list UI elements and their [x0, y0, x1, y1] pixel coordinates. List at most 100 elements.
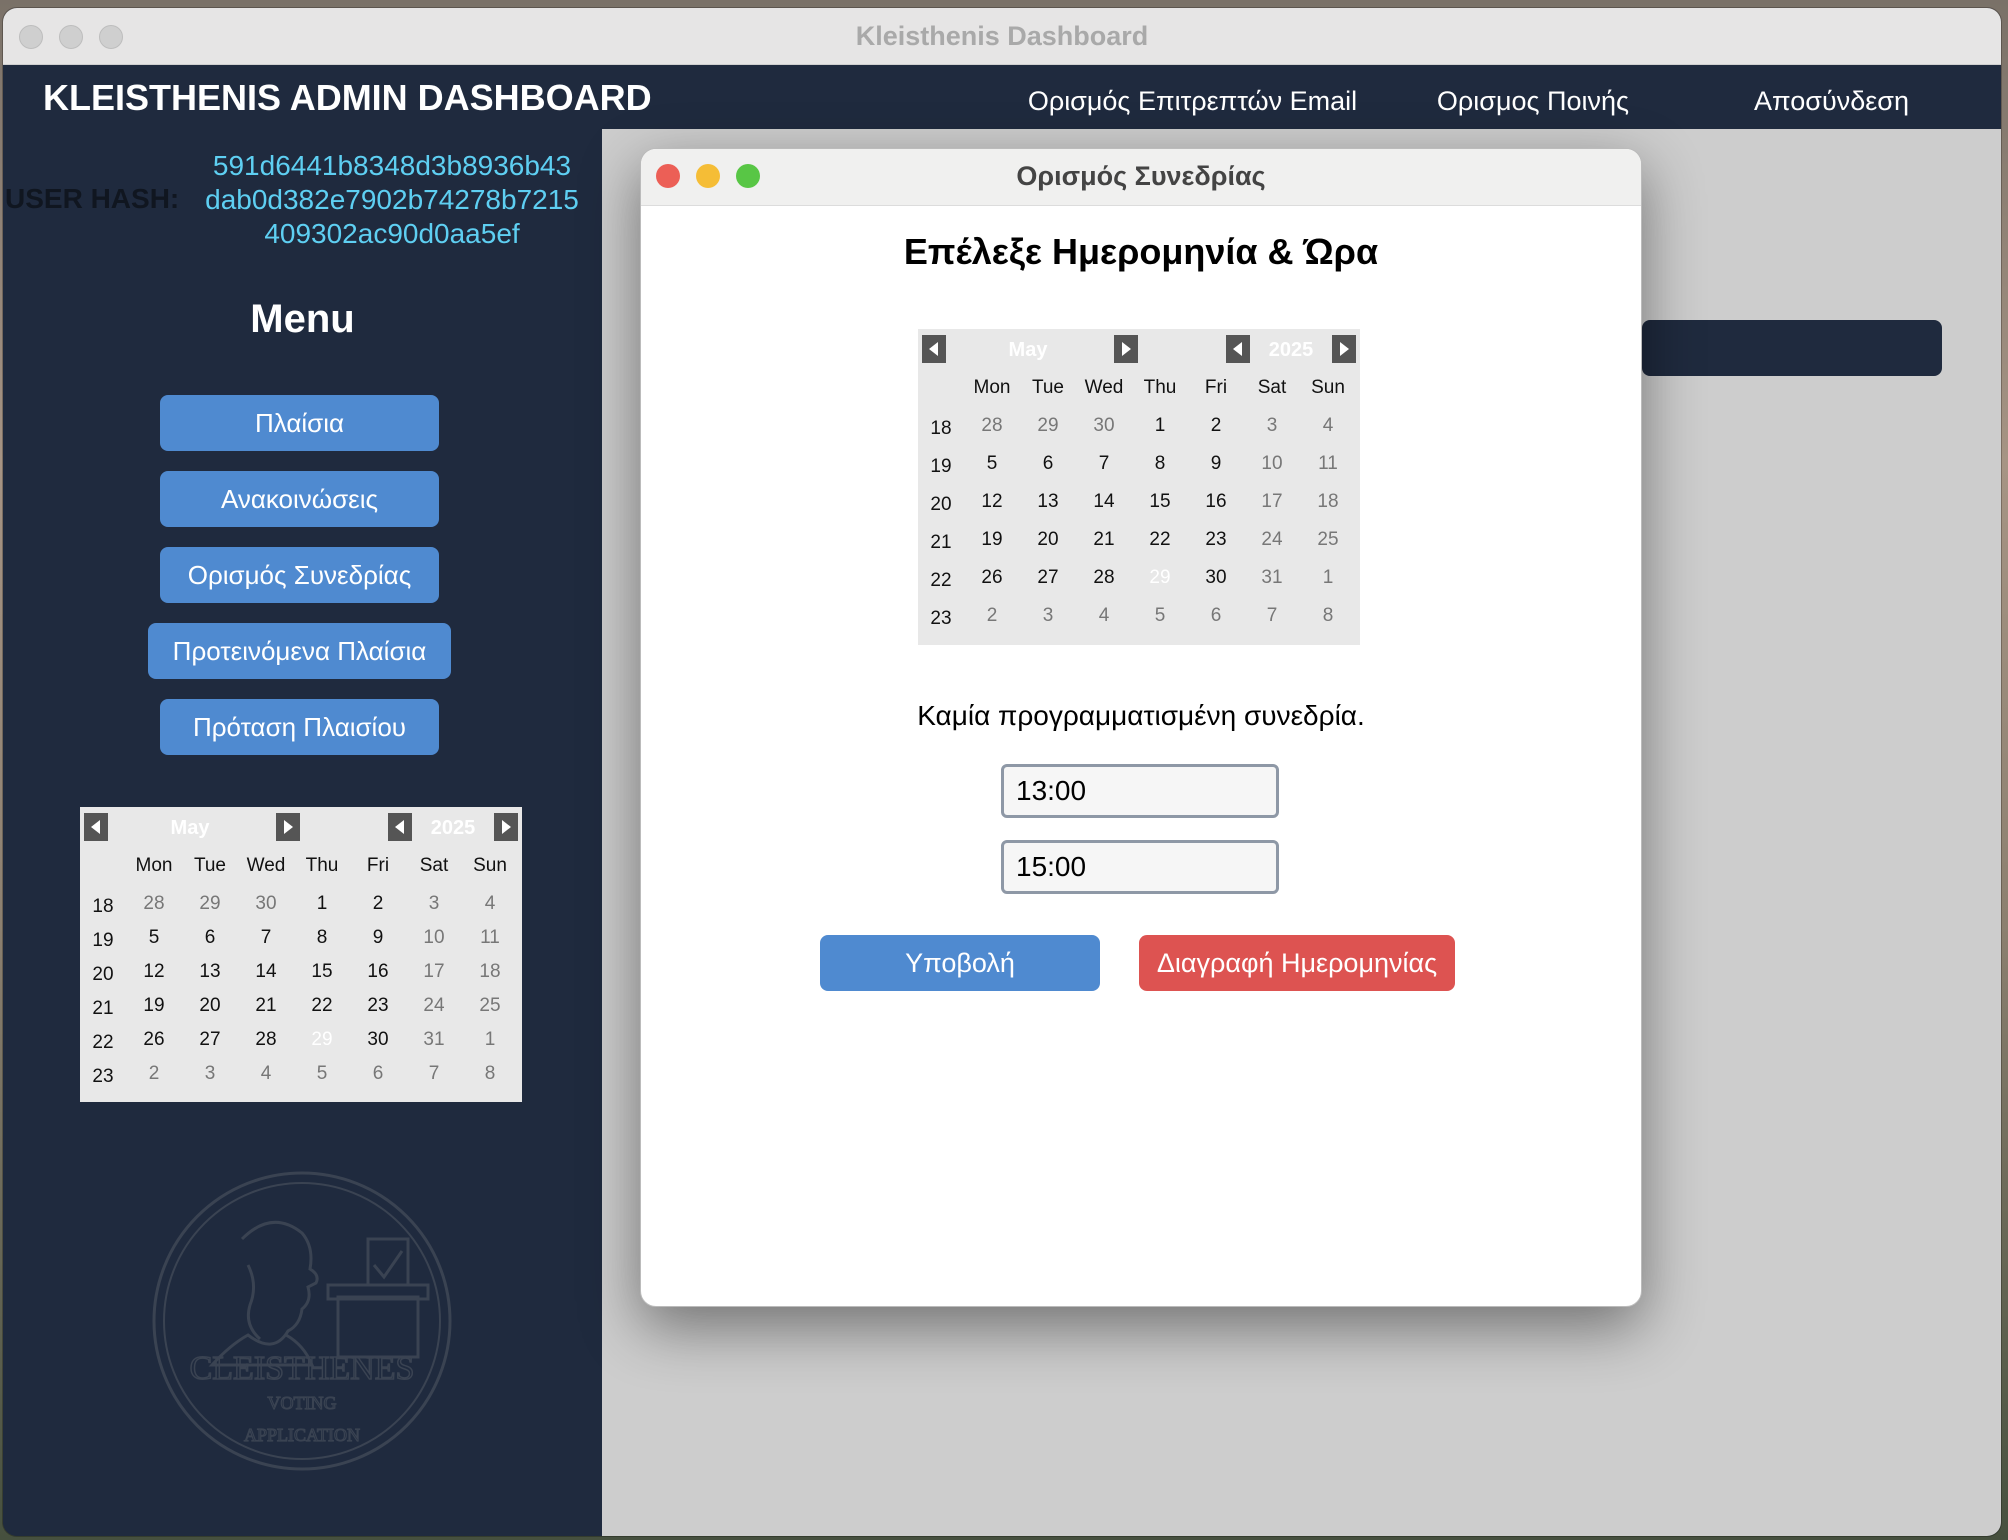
prev-month-button[interactable]: [922, 335, 946, 363]
calendar-day[interactable]: 16: [350, 953, 406, 991]
calendar-day[interactable]: 29: [1020, 407, 1076, 445]
calendar-day[interactable]: 20: [182, 987, 238, 1025]
next-month-button[interactable]: [1114, 335, 1138, 363]
calendar-day[interactable]: 10: [1244, 445, 1300, 483]
calendar-day[interactable]: 15: [1132, 483, 1188, 521]
calendar-day[interactable]: 30: [1188, 559, 1244, 597]
logout-button[interactable]: Αποσύνδεση: [1692, 74, 1971, 128]
calendar-day[interactable]: 4: [462, 885, 518, 923]
calendar-day[interactable]: 11: [462, 919, 518, 957]
next-year-button[interactable]: [1332, 335, 1356, 363]
calendar-day[interactable]: 26: [964, 559, 1020, 597]
calendar-day[interactable]: 1: [1300, 559, 1356, 597]
calendar-day[interactable]: 30: [238, 885, 294, 923]
menu-item-announcements[interactable]: Ανακοινώσεις: [160, 471, 439, 527]
calendar-day[interactable]: 8: [1300, 597, 1356, 635]
calendar-day[interactable]: 22: [294, 987, 350, 1025]
prev-year-button[interactable]: [1226, 335, 1250, 363]
calendar-day[interactable]: 5: [964, 445, 1020, 483]
end-time-input[interactable]: [1001, 840, 1279, 894]
prev-month-button[interactable]: [84, 813, 108, 841]
start-time-input[interactable]: [1001, 764, 1279, 818]
calendar-day[interactable]: 31: [406, 1021, 462, 1059]
menu-item-set-session[interactable]: Ορισμός Συνεδρίας: [160, 547, 439, 603]
calendar-day[interactable]: 23: [1188, 521, 1244, 559]
calendar-day[interactable]: 8: [294, 919, 350, 957]
calendar-day[interactable]: 25: [462, 987, 518, 1025]
calendar-day[interactable]: 3: [406, 885, 462, 923]
calendar-day[interactable]: 24: [1244, 521, 1300, 559]
calendar-day[interactable]: 19: [126, 987, 182, 1025]
calendar-day[interactable]: 30: [1076, 407, 1132, 445]
calendar-day[interactable]: 4: [1076, 597, 1132, 635]
menu-item-suggested-ballots[interactable]: Προτεινόμενα Πλαίσια: [148, 623, 451, 679]
calendar-day[interactable]: 1: [462, 1021, 518, 1059]
calendar-day[interactable]: 5: [1132, 597, 1188, 635]
allowed-emails-button[interactable]: Ορισμός Επιτρεπτών Email: [1014, 74, 1371, 128]
calendar-day[interactable]: 6: [182, 919, 238, 957]
calendar-day[interactable]: 14: [238, 953, 294, 991]
calendar-day[interactable]: 4: [238, 1055, 294, 1093]
calendar-day[interactable]: 25: [1300, 521, 1356, 559]
calendar-day[interactable]: 8: [1132, 445, 1188, 483]
calendar-day[interactable]: 17: [406, 953, 462, 991]
calendar-day[interactable]: 28: [1076, 559, 1132, 597]
calendar-day[interactable]: 10: [406, 919, 462, 957]
calendar-day[interactable]: 2: [126, 1055, 182, 1093]
delete-date-button[interactable]: Διαγραφή Ημερομηνίας: [1139, 935, 1455, 991]
calendar-day[interactable]: 6: [1188, 597, 1244, 635]
calendar-day[interactable]: 3: [1244, 407, 1300, 445]
submit-button[interactable]: Υποβολή: [820, 935, 1100, 991]
calendar-day[interactable]: 27: [182, 1021, 238, 1059]
calendar-day[interactable]: 31: [1244, 559, 1300, 597]
calendar-day[interactable]: 7: [1244, 597, 1300, 635]
calendar-day[interactable]: 6: [1020, 445, 1076, 483]
calendar-day[interactable]: 29: [294, 1021, 350, 1059]
menu-item-ballots[interactable]: Πλαίσια: [160, 395, 439, 451]
next-year-button[interactable]: [494, 813, 518, 841]
calendar-day[interactable]: 28: [964, 407, 1020, 445]
calendar-day[interactable]: 1: [294, 885, 350, 923]
calendar-day[interactable]: 2: [350, 885, 406, 923]
calendar-day[interactable]: 5: [126, 919, 182, 957]
calendar-day[interactable]: 2: [1188, 407, 1244, 445]
calendar-day[interactable]: 28: [238, 1021, 294, 1059]
calendar-day[interactable]: 22: [1132, 521, 1188, 559]
calendar-day[interactable]: 7: [1076, 445, 1132, 483]
calendar-day[interactable]: 8: [462, 1055, 518, 1093]
calendar-day[interactable]: 28: [126, 885, 182, 923]
calendar-day[interactable]: 18: [1300, 483, 1356, 521]
calendar-day[interactable]: 19: [964, 521, 1020, 559]
calendar-day[interactable]: 13: [1020, 483, 1076, 521]
calendar-day[interactable]: 29: [182, 885, 238, 923]
calendar-day[interactable]: 20: [1020, 521, 1076, 559]
calendar-day[interactable]: 6: [350, 1055, 406, 1093]
calendar-day[interactable]: 9: [350, 919, 406, 957]
calendar-day[interactable]: 27: [1020, 559, 1076, 597]
calendar-day[interactable]: 15: [294, 953, 350, 991]
next-month-button[interactable]: [276, 813, 300, 841]
calendar-day[interactable]: 12: [964, 483, 1020, 521]
calendar-day[interactable]: 21: [1076, 521, 1132, 559]
penalty-button[interactable]: Ορισμος Ποινής: [1392, 74, 1674, 128]
calendar-day[interactable]: 5: [294, 1055, 350, 1093]
calendar-day[interactable]: 17: [1244, 483, 1300, 521]
calendar-day[interactable]: 26: [126, 1021, 182, 1059]
calendar-day[interactable]: 14: [1076, 483, 1132, 521]
calendar-day[interactable]: 18: [462, 953, 518, 991]
menu-item-propose-ballot[interactable]: Πρόταση Πλαισίου: [160, 699, 439, 755]
calendar-day[interactable]: 4: [1300, 407, 1356, 445]
calendar-day[interactable]: 13: [182, 953, 238, 991]
calendar-day[interactable]: 21: [238, 987, 294, 1025]
calendar-day[interactable]: 24: [406, 987, 462, 1025]
calendar-day[interactable]: 12: [126, 953, 182, 991]
calendar-day[interactable]: 7: [406, 1055, 462, 1093]
calendar-day[interactable]: 7: [238, 919, 294, 957]
calendar-day[interactable]: 9: [1188, 445, 1244, 483]
calendar-day[interactable]: 11: [1300, 445, 1356, 483]
calendar-day[interactable]: 2: [964, 597, 1020, 635]
calendar-day[interactable]: 29: [1132, 559, 1188, 597]
calendar-day[interactable]: 1: [1132, 407, 1188, 445]
calendar-day[interactable]: 16: [1188, 483, 1244, 521]
calendar-day[interactable]: 3: [1020, 597, 1076, 635]
